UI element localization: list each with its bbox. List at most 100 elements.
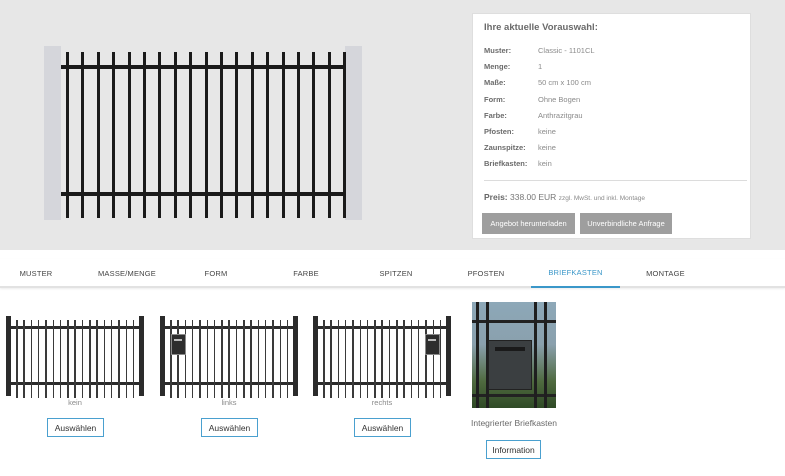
fence-thumbnail-kein[interactable] — [6, 314, 144, 398]
summary-value: Classic - 1101CL — [538, 46, 595, 55]
fence-bar — [279, 320, 281, 398]
fence-bar — [199, 320, 201, 398]
price-value: 338.00 EUR — [510, 192, 557, 202]
fence-bar — [366, 320, 369, 398]
fence-bar — [112, 52, 116, 218]
fence-bar — [74, 320, 76, 398]
config-tabs: MUSTER MASSE/MENGE FORM FARBE SPITZEN PF… — [0, 259, 785, 288]
summary-key: Pfosten: — [484, 127, 514, 136]
fence-bar — [330, 320, 332, 398]
summary-divider — [484, 180, 747, 181]
fence-bar — [250, 320, 252, 398]
fence-bar — [170, 320, 172, 398]
fence-bar — [189, 52, 193, 218]
integrated-mailbox-photo[interactable] — [472, 302, 556, 408]
fence-bar — [110, 320, 113, 398]
fence-bar — [30, 320, 33, 398]
select-button-kein[interactable]: Auswählen — [47, 418, 104, 437]
integrated-mailbox-label: Integrierter Briefkasten — [471, 418, 557, 428]
fence-bar — [312, 52, 316, 218]
fence-bar — [281, 52, 285, 218]
tab-briefkasten[interactable]: BRIEFKASTEN — [531, 259, 620, 288]
fence-bar — [184, 320, 187, 398]
summary-value: Ohne Bogen — [538, 95, 581, 104]
information-button[interactable]: Information — [486, 440, 541, 459]
photo-fence-bar — [534, 302, 537, 408]
tab-montage[interactable]: MONTAGE — [638, 259, 693, 288]
fence-bar — [352, 320, 354, 398]
fence-bar — [417, 320, 420, 398]
fence-bar — [96, 320, 98, 398]
fence-bar — [388, 320, 391, 398]
photo-fence-bar — [476, 302, 479, 408]
fence-bar — [266, 52, 270, 218]
fence-bar — [66, 52, 69, 218]
fence-bar — [132, 320, 135, 398]
fence-bar — [59, 320, 62, 398]
tab-spitzen[interactable]: SPITZEN — [371, 259, 421, 288]
fence-bar — [323, 320, 325, 398]
fence-bar — [213, 320, 216, 398]
fence-bar — [235, 52, 239, 218]
tab-muster[interactable]: MUSTER — [12, 259, 60, 288]
fence-bar — [103, 320, 106, 398]
fence-thumbnail-links[interactable] — [160, 314, 298, 398]
option-label: kein — [68, 398, 82, 407]
fence-bar — [81, 52, 85, 218]
request-offer-button[interactable]: Unverbindliche Anfrage — [580, 213, 672, 234]
tab-form[interactable]: FORM — [195, 259, 237, 288]
fence-post-left — [44, 46, 61, 220]
fence-bar — [96, 52, 100, 218]
fence-bar — [337, 320, 340, 398]
fence-bar — [359, 320, 361, 398]
select-button-links[interactable]: Auswählen — [201, 418, 258, 437]
fence-preview — [44, 46, 362, 220]
fence-bar — [228, 320, 230, 398]
summary-key: Zaunspitze: — [484, 143, 526, 152]
fence-thumbnail-rechts[interactable] — [313, 314, 451, 398]
summary-key: Farbe: — [484, 111, 507, 120]
summary-heading: Ihre aktuelle Vorauswahl: — [484, 22, 598, 33]
mailbox-icon — [488, 340, 532, 390]
fence-bar — [220, 52, 223, 218]
fence-bar — [173, 52, 177, 218]
fence-bar — [264, 320, 267, 398]
fence-bar — [439, 320, 442, 398]
summary-value: kein — [538, 159, 552, 168]
tab-farbe[interactable]: FARBE — [284, 259, 328, 288]
summary-key: Maße: — [484, 78, 506, 87]
fence-bar — [410, 320, 413, 398]
summary-value: Anthrazitgrau — [538, 111, 583, 120]
summary-value: keine — [538, 143, 556, 152]
fence-bar — [23, 320, 25, 398]
summary-value: 50 cm x 100 cm — [538, 78, 591, 87]
price-note: zzgl. MwSt. und inkl. Montage — [558, 195, 646, 202]
option-label: links — [221, 398, 237, 407]
summary-key: Muster: — [484, 46, 512, 55]
download-offer-button[interactable]: Angebot herunterladen — [482, 213, 575, 234]
fence-bar — [206, 320, 208, 398]
price-label: Preis: — [484, 192, 508, 202]
fence-bar — [327, 52, 331, 218]
fence-bar — [286, 320, 289, 398]
fence-bar — [432, 320, 434, 398]
fence-bar — [127, 52, 131, 218]
fence-bar — [381, 320, 383, 398]
fence-bar — [272, 320, 274, 398]
summary-key: Briefkasten: — [484, 159, 528, 168]
fence-rail-bottom — [61, 192, 345, 196]
fence-bar — [297, 52, 300, 218]
fence-post-right — [345, 46, 362, 220]
option-label: rechts — [371, 398, 393, 407]
fence-post — [446, 316, 451, 396]
tab-pfosten[interactable]: PFOSTEN — [459, 259, 513, 288]
fence-bar — [191, 320, 194, 398]
fence-bar — [67, 320, 69, 398]
select-button-rechts[interactable]: Auswählen — [354, 418, 411, 437]
tab-masse-menge[interactable]: MASSE/MENGE — [91, 259, 163, 288]
summary-value: 1 — [538, 62, 543, 71]
summary-key: Menge: — [484, 62, 511, 71]
fence-post — [293, 316, 298, 396]
fence-bar — [425, 320, 427, 398]
fence-bar — [221, 320, 223, 398]
